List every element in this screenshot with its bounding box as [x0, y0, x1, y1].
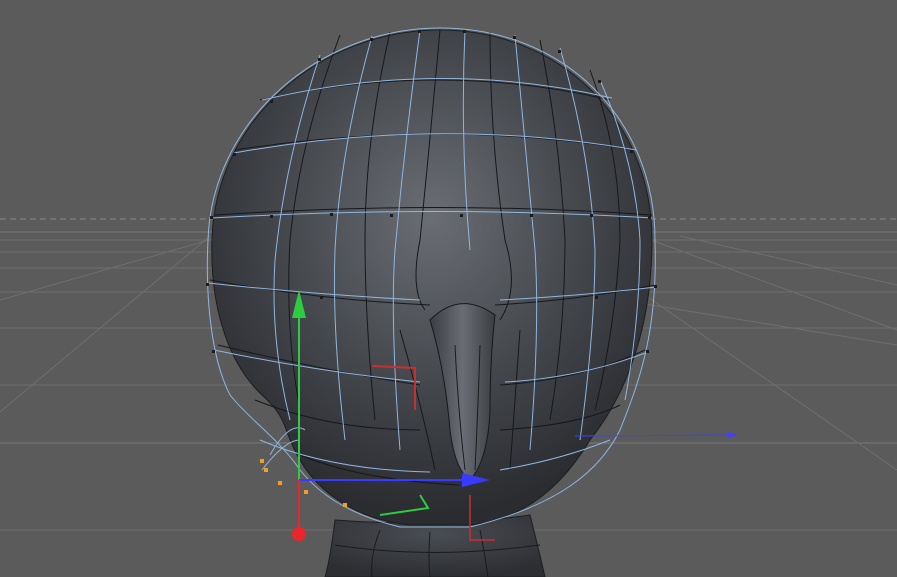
world-x-axis	[574, 434, 736, 437]
head-mesh[interactable]	[211, 29, 653, 526]
world-x-axis-arrow-icon	[728, 432, 738, 438]
z-axis-handle-icon[interactable]	[292, 527, 306, 541]
viewport-canvas[interactable]	[0, 0, 897, 577]
3d-viewport[interactable]	[0, 0, 897, 577]
